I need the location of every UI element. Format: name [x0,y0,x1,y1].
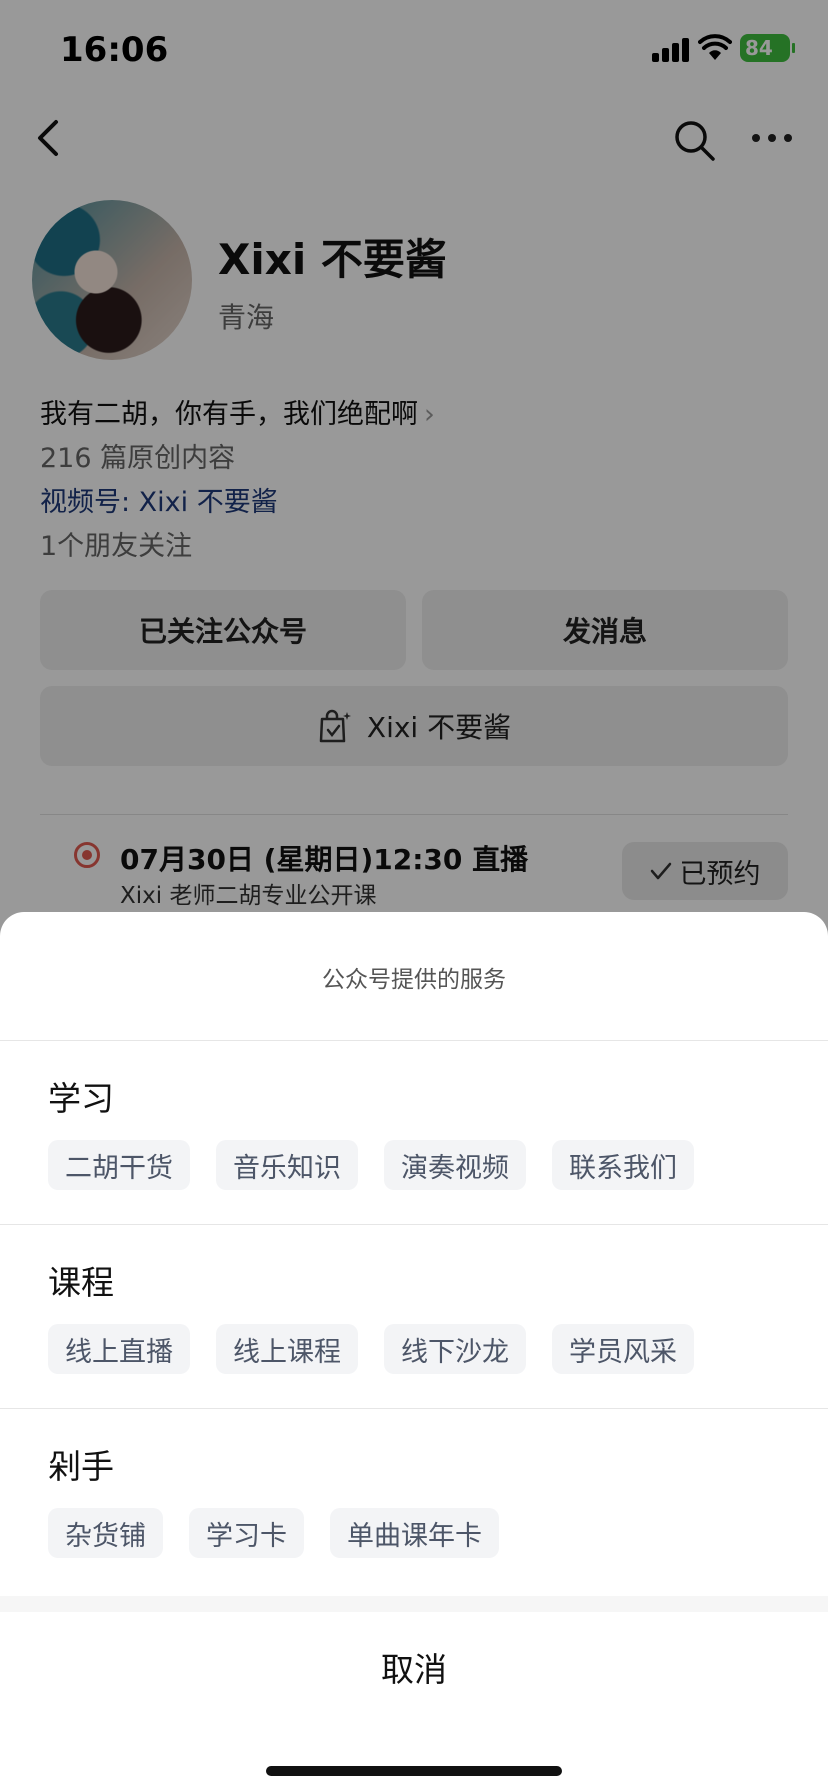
sheet-separator [0,1596,828,1612]
section-items-courses: 线上直播 线上课程 线下沙龙 学员风采 [48,1324,720,1374]
service-chip[interactable]: 线上课程 [216,1324,358,1374]
sheet-title: 公众号提供的服务 [322,967,506,993]
section-title-shopping: 剁手 [48,1447,114,1486]
service-chip[interactable]: 线上直播 [48,1324,190,1374]
section-items-study: 二胡干货 音乐知识 演奏视频 联系我们 [48,1140,720,1190]
section-title-study: 学习 [48,1079,114,1118]
divider [0,1224,828,1225]
service-chip[interactable]: 音乐知识 [216,1140,358,1190]
home-indicator [266,1766,562,1776]
service-chip[interactable]: 演奏视频 [384,1140,526,1190]
service-chip[interactable]: 单曲课年卡 [330,1508,499,1558]
service-chip[interactable]: 学习卡 [189,1508,304,1558]
service-chip[interactable]: 二胡干货 [48,1140,190,1190]
divider [0,1408,828,1409]
section-title-courses: 课程 [48,1263,114,1302]
section-items-shopping: 杂货铺 学习卡 单曲课年卡 [48,1508,525,1558]
service-chip[interactable]: 线下沙龙 [384,1324,526,1374]
service-chip[interactable]: 联系我们 [552,1140,694,1190]
divider [0,1040,828,1041]
service-chip[interactable]: 杂货铺 [48,1508,163,1558]
cancel-button[interactable]: 取消 [0,1612,828,1722]
service-chip[interactable]: 学员风采 [552,1324,694,1374]
services-sheet: 公众号提供的服务 学习 二胡干货 音乐知识 演奏视频 联系我们 课程 线上直播 … [0,912,828,1792]
